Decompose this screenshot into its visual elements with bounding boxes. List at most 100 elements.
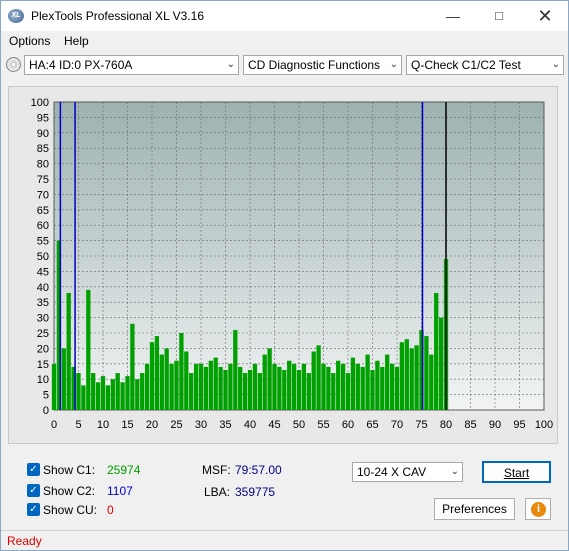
- x-tick-label: 45: [268, 419, 280, 431]
- c1-bar: [174, 360, 179, 410]
- y-tick-label: 10: [37, 374, 49, 386]
- menu-bar: Options Help: [1, 31, 568, 51]
- x-tick-label: 30: [195, 419, 207, 431]
- c1-bar: [257, 373, 262, 410]
- c1-bar: [301, 363, 307, 410]
- x-tick-label: 90: [489, 419, 501, 431]
- x-tick-label: 5: [75, 419, 81, 431]
- x-tick-label: 85: [464, 419, 476, 431]
- disc-drive-icon: [6, 57, 21, 72]
- c1-bar: [61, 348, 66, 410]
- c1-bar: [198, 363, 204, 410]
- y-tick-label: 100: [31, 97, 49, 109]
- c1-bar: [81, 385, 86, 410]
- c2-count: 1107: [107, 484, 133, 498]
- c1-bar: [135, 379, 140, 410]
- y-tick-label: 15: [37, 359, 49, 371]
- c1-bar: [115, 373, 120, 410]
- y-tick-label: 85: [37, 143, 49, 155]
- x-tick-label: 60: [342, 419, 354, 431]
- c1-bar: [296, 369, 302, 410]
- close-button[interactable]: ✕: [522, 1, 568, 31]
- y-tick-label: 95: [37, 112, 49, 124]
- c1-bar: [120, 382, 125, 410]
- c1-bar: [242, 373, 248, 410]
- control-panel: ✓ Show C1: 25974 ✓ Show C2: 1107 ✓ Show …: [8, 453, 558, 527]
- c1-bar: [291, 363, 297, 410]
- y-tick-label: 5: [43, 390, 49, 402]
- c1-bar: [228, 363, 233, 410]
- c1-bar: [130, 323, 135, 410]
- app-icon: XL: [8, 9, 24, 23]
- chart-panel: 0 5 10 15 20 25 30 35 40 45 50 55 60 65 70 75 80 85 90 95 10…: [8, 86, 558, 444]
- c1-bar: [184, 351, 189, 410]
- c1-bar: [340, 363, 346, 410]
- c1-bar: [100, 376, 106, 410]
- c1-bar: [311, 351, 316, 410]
- preferences-button[interactable]: Preferences: [434, 498, 515, 520]
- c1-bar: [144, 363, 150, 410]
- c1-c2-chart: 0510152025303540455055606570758085909510…: [31, 97, 554, 431]
- c1-bar: [51, 363, 57, 410]
- y-tick-label: 50: [37, 251, 49, 263]
- c1-bar: [233, 329, 238, 410]
- maximize-button[interactable]: □: [476, 1, 522, 31]
- c1-bar: [385, 354, 390, 410]
- x-tick-label: 20: [146, 419, 158, 431]
- x-tick-label: 15: [121, 419, 133, 431]
- menu-help[interactable]: Help: [64, 34, 89, 48]
- y-tick-label: 60: [37, 220, 49, 232]
- msf-value: 79:57.00: [235, 463, 282, 477]
- c1-bar: [218, 366, 223, 410]
- c1-bar: [125, 376, 130, 410]
- x-tick-label: 75: [415, 419, 427, 431]
- y-tick-label: 75: [37, 174, 49, 186]
- c1-bar: [86, 289, 91, 410]
- c1-bar: [375, 360, 380, 410]
- drive-select-value: HA:4 ID:0 PX-760A: [29, 58, 133, 72]
- x-tick-label: 50: [293, 419, 305, 431]
- c1-bar: [438, 317, 444, 410]
- check-icon: ✓: [27, 463, 40, 476]
- c1-bar: [429, 354, 434, 410]
- info-button[interactable]: i: [525, 498, 551, 520]
- c1-bar: [414, 345, 419, 410]
- c1-bar: [389, 363, 395, 410]
- c1-bar: [223, 369, 228, 410]
- x-tick-label: 80: [440, 419, 452, 431]
- y-tick-label: 90: [37, 128, 49, 140]
- chevron-down-icon: ⌄: [450, 466, 459, 477]
- c1-bar: [360, 366, 365, 410]
- info-icon: i: [531, 502, 546, 517]
- c1-bar: [189, 373, 194, 410]
- y-tick-label: 0: [43, 405, 49, 417]
- c1-bar: [66, 292, 71, 410]
- start-button[interactable]: Start: [482, 461, 551, 483]
- check-icon: ✓: [27, 503, 40, 516]
- c1-bar: [326, 366, 331, 410]
- drive-select[interactable]: HA:4 ID:0 PX-760A ⌄: [24, 55, 239, 75]
- speed-select[interactable]: 10-24 X CAV ⌄: [352, 462, 463, 482]
- chevron-down-icon: ⌄: [551, 59, 560, 70]
- c1-bar: [306, 373, 311, 410]
- c1-bar: [247, 369, 253, 410]
- c1-bar: [272, 363, 277, 410]
- c1-bar: [434, 292, 439, 410]
- show-cu-label: Show CU:: [43, 503, 98, 517]
- x-tick-label: 55: [317, 419, 329, 431]
- status-bar: Ready: [1, 530, 568, 551]
- c1-bar: [404, 339, 409, 410]
- c1-bar: [287, 360, 292, 410]
- test-select-value: Q-Check C1/C2 Test: [411, 58, 521, 72]
- c1-bar: [394, 366, 400, 410]
- c1-bar: [336, 360, 341, 410]
- menu-options[interactable]: Options: [9, 34, 50, 48]
- c1-bar: [110, 379, 115, 410]
- minimize-button[interactable]: —: [430, 1, 476, 31]
- x-tick-label: 100: [535, 419, 553, 431]
- y-tick-label: 40: [37, 282, 49, 294]
- function-select[interactable]: CD Diagnostic Functions ⌄: [243, 55, 402, 75]
- y-tick-label: 45: [37, 266, 49, 278]
- app-window: XL PlexTools Professional XL V3.16 — □ ✕…: [0, 0, 569, 551]
- test-select[interactable]: Q-Check C1/C2 Test ⌄: [406, 55, 564, 75]
